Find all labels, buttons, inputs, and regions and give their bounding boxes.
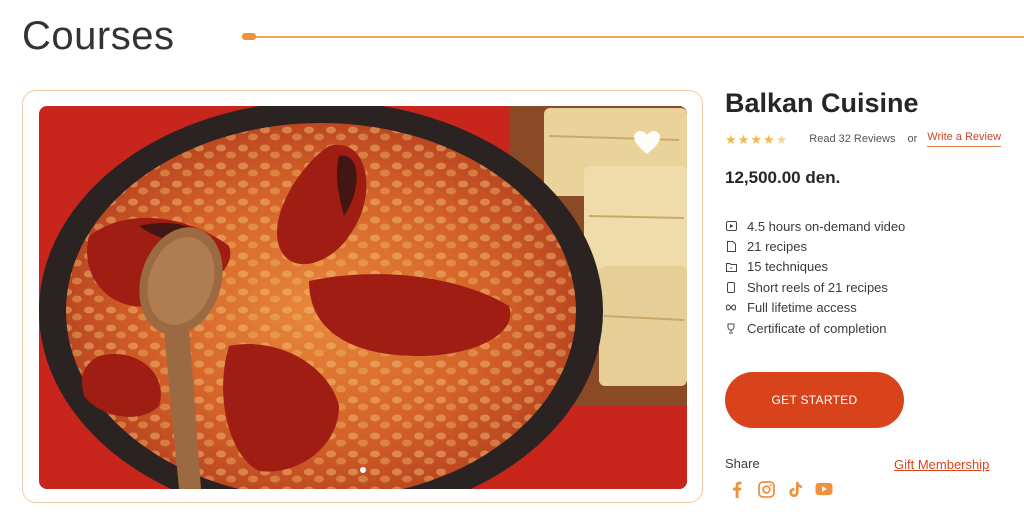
feature-item: Short reels of 21 recipes <box>725 277 905 297</box>
video-icon <box>725 220 737 232</box>
document-icon <box>725 241 737 253</box>
write-review-link[interactable]: Write a Review <box>927 131 1002 147</box>
star-rating: ★ ★ ★ ★ ★ <box>725 133 787 146</box>
get-started-button[interactable]: GET STARTED <box>725 372 904 428</box>
youtube-icon[interactable] <box>815 480 833 498</box>
trophy-icon <box>725 322 737 334</box>
feature-item: 21 recipes <box>725 236 905 256</box>
carousel-dots <box>360 467 366 473</box>
feature-item: Certificate of completion <box>725 318 905 338</box>
feature-list: 4.5 hours on-demand video 21 recipes 15 … <box>725 216 905 338</box>
infinity-icon <box>725 302 737 314</box>
folder-icon <box>725 261 737 273</box>
feature-item: 4.5 hours on-demand video <box>725 216 905 236</box>
feature-label: Certificate of completion <box>747 320 887 336</box>
page-title: Courses <box>22 14 175 58</box>
feature-item: 15 techniques <box>725 257 905 277</box>
read-reviews-link[interactable]: Read 32 Reviews <box>809 133 895 145</box>
course-price: 12,500.00 den. <box>725 168 841 187</box>
star-icon: ★ <box>750 131 762 147</box>
rating-row: ★ ★ ★ ★ ★ Read 32 Reviews or Write a Rev… <box>725 131 1002 147</box>
tiktok-icon[interactable] <box>786 480 804 498</box>
phone-icon <box>725 281 737 293</box>
carousel-dot[interactable] <box>360 467 366 473</box>
feature-label: 21 recipes <box>747 239 807 255</box>
share-label: Share <box>725 456 760 471</box>
star-icon: ★ <box>737 131 750 147</box>
instagram-icon[interactable] <box>757 480 775 498</box>
title-divider <box>244 36 1024 38</box>
course-media-card <box>22 90 703 503</box>
social-links <box>728 480 833 498</box>
half-star-icon: ★ <box>775 131 788 147</box>
favorite-heart-icon[interactable] <box>633 130 661 156</box>
star-icon: ★ <box>725 131 737 147</box>
feature-item: Full lifetime access <box>725 298 905 318</box>
feature-label: Short reels of 21 recipes <box>747 279 888 295</box>
feature-label: 15 techniques <box>747 259 828 275</box>
title-divider-accent <box>242 33 256 40</box>
or-text: or <box>907 133 918 145</box>
facebook-icon[interactable] <box>728 480 746 498</box>
star-icon: ★ <box>762 131 775 147</box>
gift-membership-link[interactable]: Gift Membership <box>894 457 989 472</box>
course-image-illustration <box>39 106 687 489</box>
feature-label: Full lifetime access <box>747 300 857 316</box>
course-image[interactable] <box>39 106 687 489</box>
feature-label: 4.5 hours on-demand video <box>747 218 906 234</box>
course-title: Balkan Cuisine <box>725 88 919 118</box>
